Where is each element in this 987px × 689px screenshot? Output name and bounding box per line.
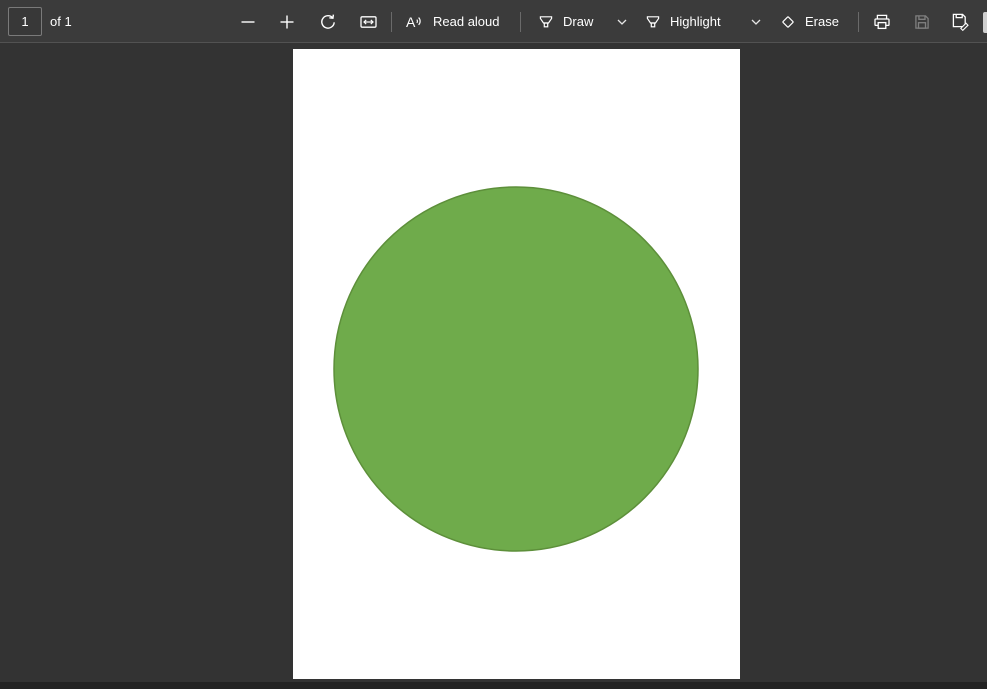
eraser-icon (778, 12, 798, 32)
pdf-content-area (0, 44, 987, 689)
chevron-down-icon (614, 14, 630, 30)
plus-icon (277, 12, 297, 32)
toolbar-divider (520, 12, 521, 32)
highlight-button[interactable]: Highlight (643, 5, 721, 38)
read-aloud-button[interactable]: A Read aloud (404, 5, 500, 38)
rotate-button[interactable] (312, 5, 344, 38)
svg-text:A: A (406, 13, 416, 29)
page-count-label: of 1 (50, 5, 72, 38)
pdf-toolbar: of 1 (0, 0, 987, 43)
page-number-input[interactable] (8, 7, 42, 36)
printer-icon (872, 12, 892, 32)
page-canvas (293, 49, 740, 679)
draw-button[interactable]: Draw (536, 5, 593, 38)
draw-label: Draw (563, 14, 593, 29)
zoom-out-button[interactable] (232, 5, 264, 38)
save-button[interactable] (906, 5, 938, 38)
draw-pen-icon (536, 12, 556, 32)
fit-to-width-icon (358, 12, 379, 32)
save-icon (912, 12, 932, 32)
draw-dropdown-button[interactable] (609, 5, 635, 38)
save-as-button[interactable] (944, 5, 976, 38)
pdf-page (293, 49, 740, 679)
highlight-label: Highlight (670, 14, 721, 29)
minus-icon (238, 12, 258, 32)
read-aloud-icon: A (404, 12, 426, 32)
rotate-icon (318, 12, 338, 32)
save-as-icon (950, 11, 971, 32)
zoom-in-button[interactable] (271, 5, 303, 38)
chevron-down-icon (748, 14, 764, 30)
print-button[interactable] (866, 5, 898, 38)
horizontal-scrollbar-track[interactable] (0, 682, 987, 689)
cropped-toolbar-button-edge (983, 12, 987, 33)
document-green-circle (334, 187, 698, 551)
read-aloud-label: Read aloud (433, 14, 500, 29)
erase-label: Erase (805, 14, 839, 29)
erase-button[interactable]: Erase (778, 5, 839, 38)
highlighter-icon (643, 12, 663, 32)
toolbar-divider (391, 12, 392, 32)
highlight-dropdown-button[interactable] (743, 5, 769, 38)
toolbar-divider (858, 12, 859, 32)
pdf-viewer-window: { "viewer": { "page_input_value": "1", "… (0, 0, 987, 689)
fit-to-width-button[interactable] (352, 5, 384, 38)
